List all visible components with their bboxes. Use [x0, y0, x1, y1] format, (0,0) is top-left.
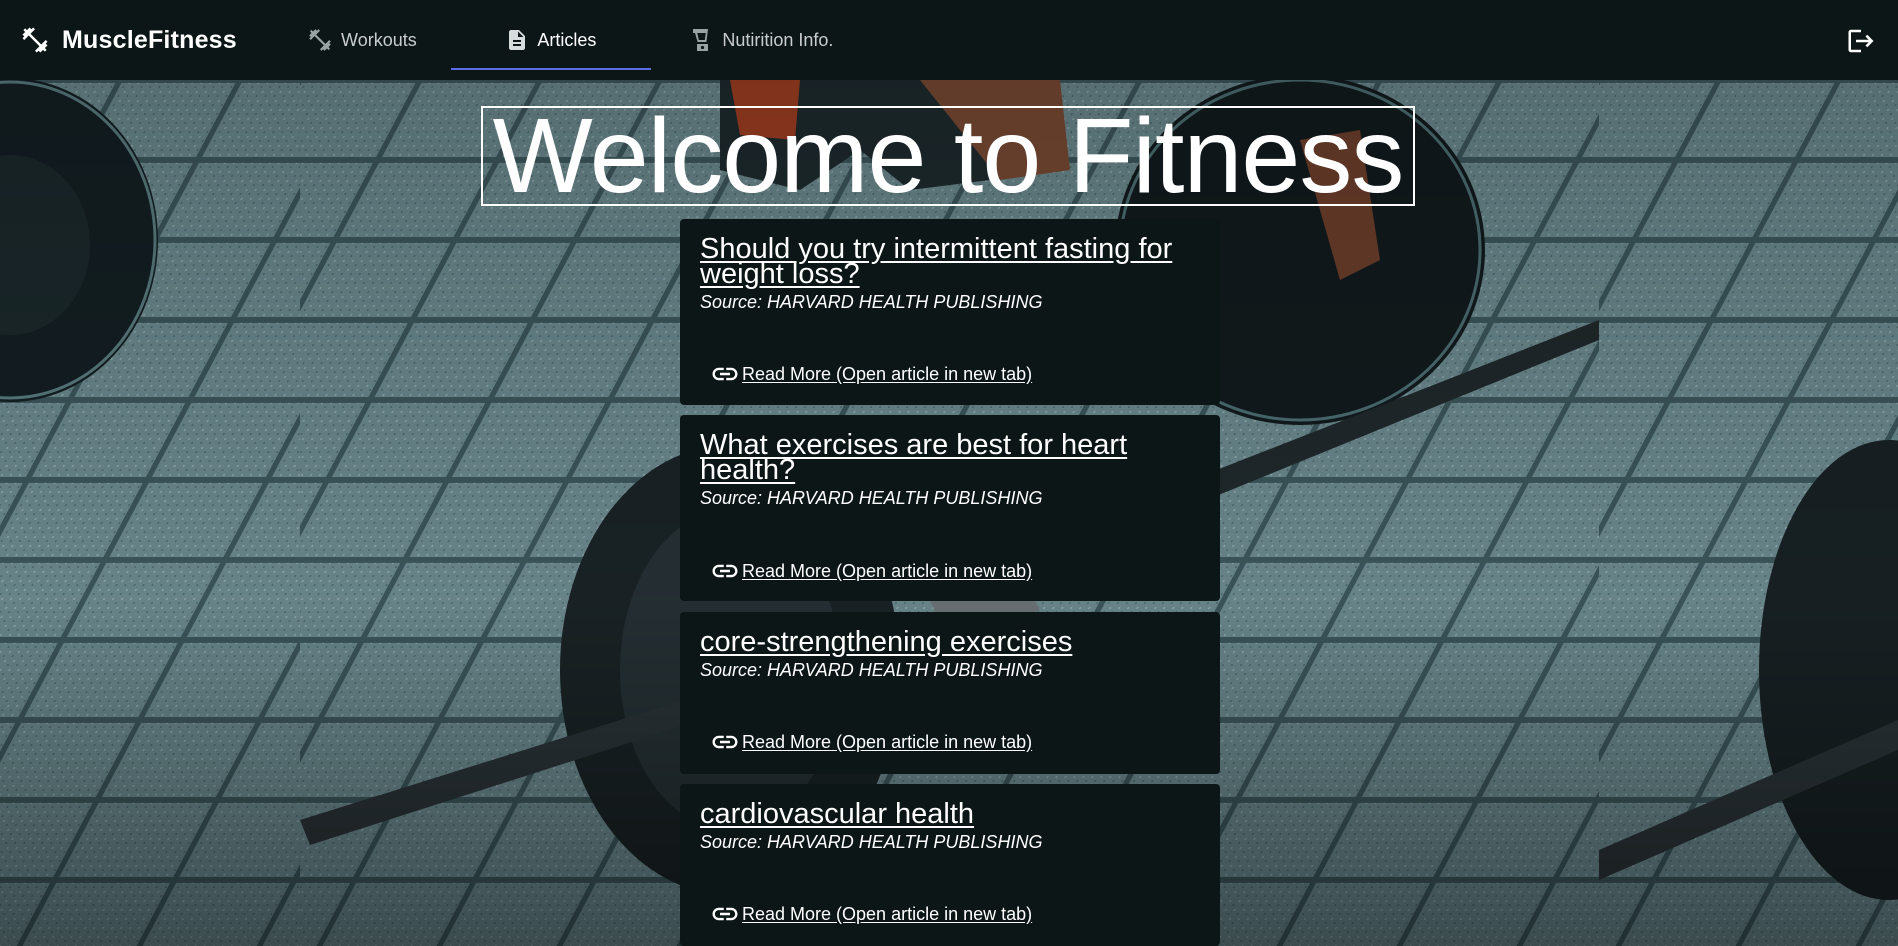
tab-label: Articles [537, 29, 597, 50]
article-card: core-strengthening exercises Source: HAR… [680, 612, 1220, 774]
background-panel-right [1599, 80, 1898, 946]
dumbbell-icon [22, 27, 48, 53]
read-more-link[interactable]: Read More (Open article in new tab) [710, 359, 1032, 389]
link-icon [712, 907, 738, 921]
read-more-label: Read More (Open article in new tab) [742, 560, 1033, 581]
brand-home-link[interactable]: MuscleFitness [20, 25, 237, 55]
dumbbell-icon [309, 29, 331, 51]
app-bar: MuscleFitness Workouts Articles Nutiriti… [0, 0, 1898, 80]
article-source: Source: HARVARD HEALTH PUBLISHING [700, 660, 1043, 680]
link-icon [712, 367, 738, 381]
article-source: Source: HARVARD HEALTH PUBLISHING [700, 292, 1043, 312]
logout-icon[interactable] [1846, 26, 1876, 56]
link-icon [712, 564, 738, 578]
tab-nutrition-info[interactable]: Nutirition Info. [651, 0, 873, 80]
read-more-label: Read More (Open article in new tab) [742, 731, 1033, 752]
read-more-link[interactable]: Read More (Open article in new tab) [710, 727, 1032, 757]
article-source: Source: HARVARD HEALTH PUBLISHING [700, 832, 1043, 852]
tab-articles[interactable]: Articles [450, 0, 651, 80]
link-icon [712, 735, 738, 749]
read-more-link[interactable]: Read More (Open article in new tab) [710, 556, 1032, 586]
read-more-label: Read More (Open article in new tab) [742, 363, 1033, 384]
active-tab-indicator [450, 68, 651, 70]
nav-tabs: Workouts Articles Nutirition Info. [273, 0, 873, 80]
tab-label: Workouts [341, 29, 417, 50]
article-card: cardiovascular health Source: HARVARD HE… [680, 784, 1220, 946]
tab-workouts[interactable]: Workouts [273, 0, 451, 80]
article-title-link[interactable]: Should you try intermittent fasting for … [700, 235, 1200, 289]
article-icon [509, 30, 526, 50]
read-more-label: Read More (Open article in new tab) [742, 903, 1033, 924]
background-panel-left [0, 80, 300, 946]
article-card: Should you try intermittent fasting for … [680, 219, 1220, 405]
app-title: MuscleFitness [62, 25, 237, 54]
article-card: What exercises are best for heart health… [680, 415, 1220, 601]
tab-label: Nutirition Info. [722, 29, 834, 50]
article-title-link[interactable]: What exercises are best for heart health… [700, 431, 1200, 485]
blender-icon [693, 29, 709, 51]
article-source: Source: HARVARD HEALTH PUBLISHING [700, 488, 1043, 508]
read-more-link[interactable]: Read More (Open article in new tab) [710, 899, 1032, 929]
article-title-link[interactable]: core-strengthening exercises [700, 628, 1200, 657]
hero-title: Welcome to Fitness [481, 103, 1415, 209]
article-title-link[interactable]: cardiovascular health [700, 800, 1200, 829]
